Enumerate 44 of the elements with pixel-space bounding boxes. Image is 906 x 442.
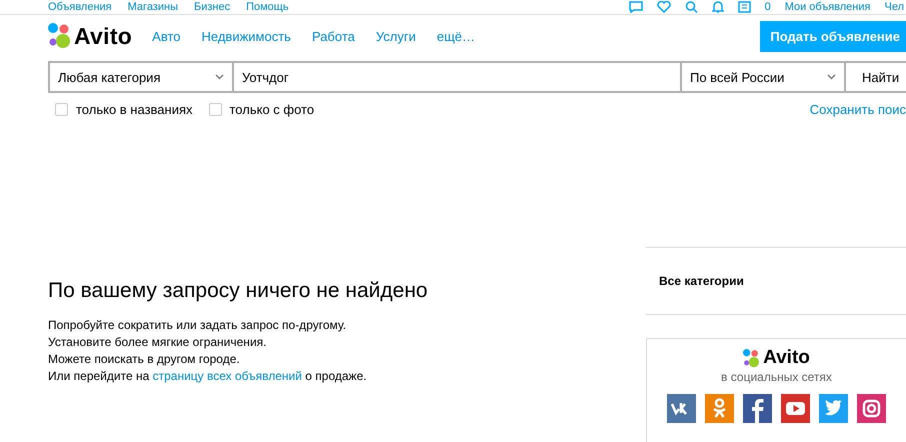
hint-text: Попробуйте сократить или задать запрос по-другому. bbox=[48, 317, 348, 334]
find-button[interactable]: Найти bbox=[846, 63, 906, 91]
category-select[interactable]: Любая категория bbox=[50, 63, 232, 91]
hint-text: Или перейдите на страницу всех объявлений о продаже. bbox=[48, 368, 368, 385]
heart-icon[interactable] bbox=[656, 1, 671, 13]
social-icon[interactable] bbox=[667, 394, 696, 423]
top-link[interactable]: Помощь bbox=[246, 1, 289, 13]
bell-icon[interactable] bbox=[712, 1, 724, 13]
checkbox[interactable] bbox=[208, 102, 222, 116]
social-icon[interactable] bbox=[743, 394, 772, 423]
user-link[interactable]: Чел bbox=[884, 1, 904, 13]
nav-link[interactable]: Услуги bbox=[376, 28, 416, 44]
nav-link[interactable]: ещё… bbox=[436, 28, 475, 44]
all-ads-link[interactable]: страницу всех объявлений bbox=[152, 369, 302, 383]
social-icon[interactable] bbox=[857, 394, 886, 423]
all-categories-link[interactable]: Все категории bbox=[659, 274, 744, 288]
notes-icon[interactable] bbox=[738, 1, 751, 13]
hint-text: Можете поискать в другом городе. bbox=[48, 351, 241, 368]
nav-link[interactable]: Авто bbox=[152, 28, 180, 44]
counter: 0 bbox=[764, 1, 771, 13]
nav-link[interactable]: Работа bbox=[312, 28, 355, 44]
search-icon[interactable] bbox=[684, 1, 698, 13]
chat-icon[interactable] bbox=[628, 1, 643, 13]
save-search-link[interactable]: Сохранить поис bbox=[810, 102, 906, 116]
top-link[interactable]: Объявления bbox=[48, 1, 112, 13]
top-link[interactable]: Бизнес bbox=[194, 1, 230, 13]
search-field[interactable]: Уотчдог bbox=[234, 63, 680, 91]
checkbox[interactable] bbox=[55, 102, 68, 116]
top-link[interactable]: Магазины bbox=[128, 1, 178, 13]
chevron-icon bbox=[827, 74, 836, 80]
region-select[interactable]: По всей России bbox=[682, 63, 844, 91]
social-caption: в социальных сетях bbox=[721, 370, 832, 384]
avito-logo: Avito bbox=[743, 347, 810, 369]
chevron-icon bbox=[215, 74, 224, 80]
checkbox-label: только с фото bbox=[230, 102, 314, 116]
no-results-heading: По вашему запросу ничего не найдено bbox=[48, 279, 429, 303]
checkbox-label: только в названиях bbox=[76, 102, 192, 116]
avito-logo[interactable]: Avito bbox=[48, 22, 132, 50]
social-icon[interactable] bbox=[781, 394, 810, 423]
hint-text: Установите более мягкие ограничения. bbox=[48, 334, 268, 351]
nav-link[interactable]: Недвижимость bbox=[202, 28, 291, 44]
social-icon[interactable] bbox=[819, 394, 848, 423]
my-ads-link[interactable]: Мои объявления bbox=[784, 1, 870, 13]
post-ad-button[interactable]: Подать объявление bbox=[760, 20, 906, 52]
